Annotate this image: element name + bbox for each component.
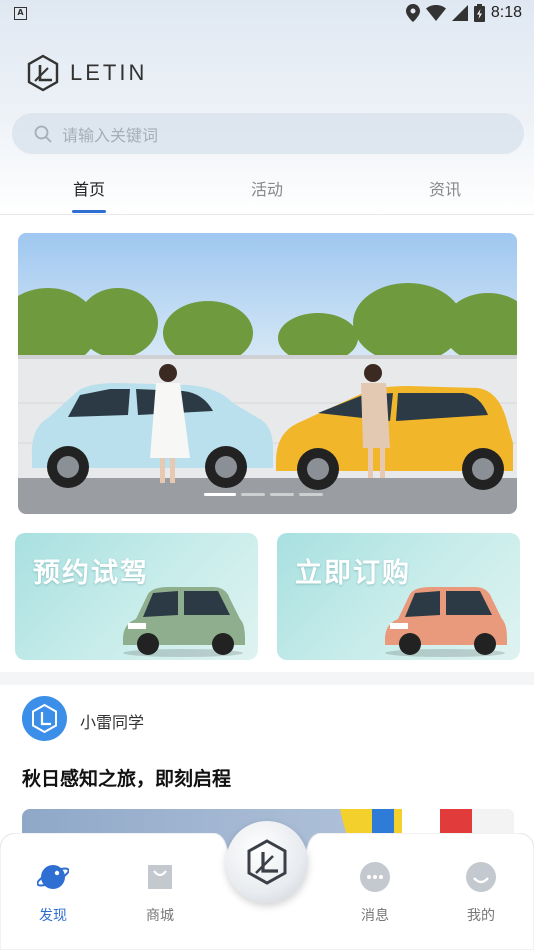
notification-badge: A <box>14 7 27 20</box>
brand-logo: LETIN <box>26 54 147 92</box>
letin-logo-icon <box>32 703 57 734</box>
tab-news[interactable]: 资讯 <box>405 176 485 200</box>
carousel-dot <box>270 493 294 496</box>
signal-icon <box>451 5 468 21</box>
coral-car-image <box>385 587 507 657</box>
brand-name: LETIN <box>70 60 148 85</box>
avatar[interactable] <box>22 696 67 741</box>
top-tabs: 首页 活动 资讯 <box>0 176 534 216</box>
nav-store-label: 商城 <box>146 908 174 924</box>
bottom-nav: 发现 商城 消息 我的 <box>0 821 534 950</box>
status-bar: A 8:18 <box>0 0 534 28</box>
active-tab-indicator <box>72 210 106 213</box>
carousel-dot <box>204 493 236 496</box>
status-time: 8:18 <box>490 4 522 21</box>
carousel-indicator <box>204 493 323 496</box>
profile-icon <box>466 862 496 892</box>
hero-banner[interactable] <box>18 233 517 514</box>
green-car-image <box>123 587 245 657</box>
nav-messages-label: 消息 <box>361 908 389 924</box>
test-drive-card[interactable]: 预约试驾 <box>15 533 258 660</box>
letin-logo-icon <box>27 54 59 92</box>
location-icon <box>405 4 420 22</box>
search-placeholder: 请输入关键词 <box>62 125 159 145</box>
search-icon <box>34 125 52 143</box>
wifi-icon <box>425 5 446 21</box>
nav-discover-label: 发现 <box>39 908 67 924</box>
battery-icon <box>473 4 485 22</box>
banner-image <box>18 233 517 514</box>
carousel-dot <box>299 493 323 496</box>
tab-home[interactable]: 首页 <box>49 176 129 200</box>
post-title[interactable]: 秋日感知之旅，即刻启程 <box>22 764 231 791</box>
order-now-card[interactable]: 立即订购 <box>277 533 520 660</box>
author-name[interactable]: 小雷同学 <box>80 709 144 733</box>
planet-icon <box>37 865 69 889</box>
center-logo-button[interactable] <box>226 821 308 903</box>
shopping-bag-icon <box>148 865 172 889</box>
tab-activities[interactable]: 活动 <box>227 176 307 200</box>
nav-profile-label: 我的 <box>467 908 495 924</box>
letin-logo-icon <box>247 839 287 885</box>
search-input[interactable]: 请输入关键词 <box>12 113 524 154</box>
carousel-dot <box>241 493 265 496</box>
chat-bubble-icon <box>360 862 390 892</box>
